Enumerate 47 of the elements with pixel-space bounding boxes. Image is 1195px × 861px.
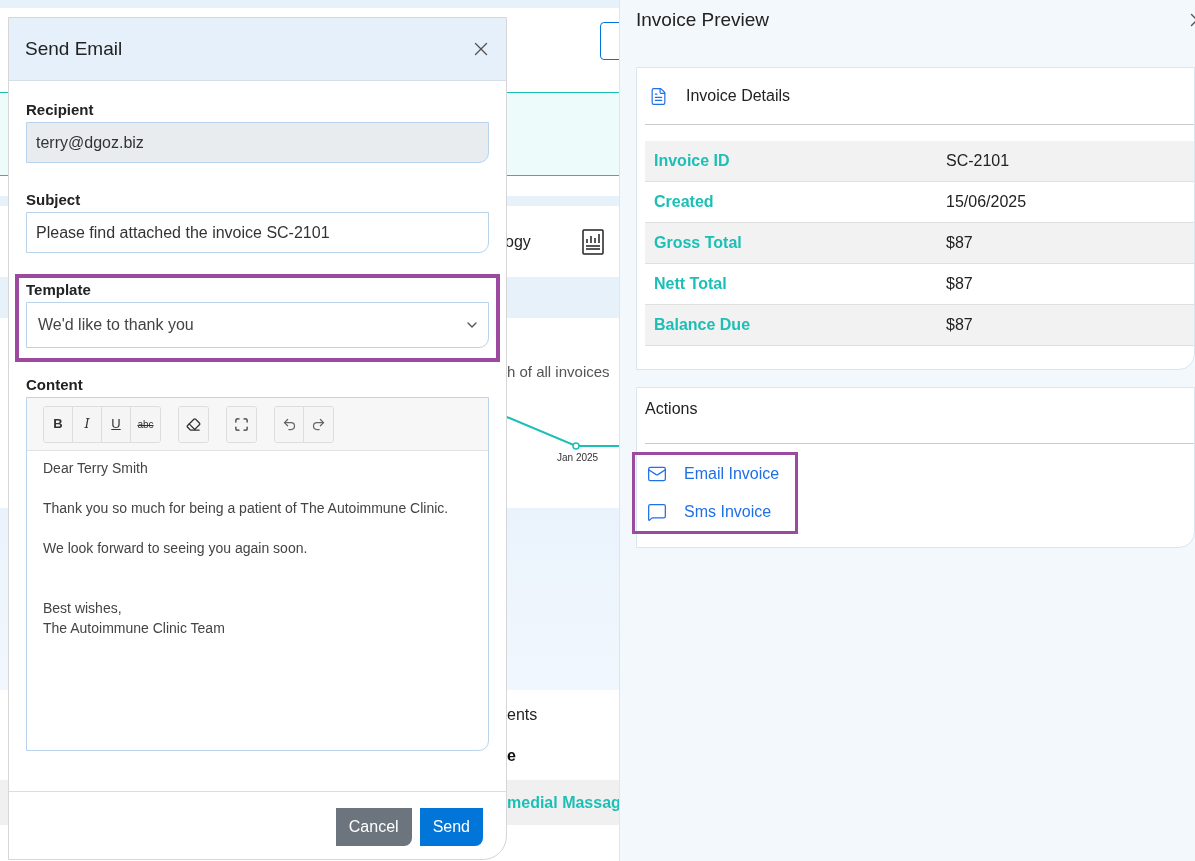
email-paragraph: Dear Terry Smith xyxy=(43,459,149,478)
eraser-icon xyxy=(186,416,201,432)
category-label: ogy xyxy=(505,231,531,252)
redo-icon xyxy=(311,416,326,432)
chart-tick-label: Jan 2025 xyxy=(556,450,600,465)
fullscreen-icon xyxy=(234,416,249,432)
email-paragraph: Thank you so much for being a patient of The Autoimmune Clinic. xyxy=(43,499,450,518)
undo-icon xyxy=(281,416,297,432)
rich-text-editor[interactable]: B I U abc Dear Terry Smith Thank you so much for being a patient of The Autoimmune Clinic. We look forward to seeing you again soon. Best wishes, The Autoimmune Clinic Team xyxy=(26,397,489,751)
field-label: Recipient xyxy=(26,100,95,120)
eraser-button[interactable] xyxy=(179,406,208,442)
detail-value: SC-2101 xyxy=(946,151,1010,171)
detail-label: Invoice ID xyxy=(653,151,731,171)
detail-value: 15/06/2025 xyxy=(946,192,1027,212)
detail-value: $87 xyxy=(946,233,973,253)
detail-label: Gross Total xyxy=(653,233,743,253)
send-button[interactable]: Send xyxy=(419,808,483,846)
detail-value: $87 xyxy=(946,315,973,335)
table-cell-text: medial Massag xyxy=(507,792,619,813)
field-label: Template xyxy=(26,280,92,300)
chart-caption: h of all invoices xyxy=(506,362,611,382)
section-title: ents xyxy=(506,705,539,725)
card-title: Actions xyxy=(645,400,698,417)
chat-icon xyxy=(647,502,667,522)
detail-label: Nett Total xyxy=(653,274,728,294)
card-title: Invoice Details xyxy=(686,86,791,106)
subject-field[interactable]: Please find attached the invoice SC-2101 xyxy=(26,212,489,253)
chart-report-icon[interactable] xyxy=(582,228,604,255)
sms-invoice-link[interactable]: Sms Invoice xyxy=(647,493,795,531)
email-paragraph: Best wishes, The Autoimmune Clinic Team xyxy=(43,599,226,638)
panel-title: Invoice Preview xyxy=(636,7,770,32)
field-label: Subject xyxy=(26,190,82,210)
detail-label: Created xyxy=(653,192,715,212)
column-header: e xyxy=(506,746,517,766)
envelope-icon xyxy=(647,464,667,484)
detail-value: $87 xyxy=(946,274,973,294)
field-label: Content xyxy=(26,375,84,395)
detail-label: Balance Due xyxy=(653,315,752,335)
undo-button[interactable] xyxy=(275,406,304,442)
email-paragraph: We look forward to seeing you again soon. xyxy=(43,539,309,558)
cancel-button[interactable]: Cancel xyxy=(335,808,412,846)
bold-button[interactable]: B xyxy=(44,406,73,442)
email-invoice-link[interactable]: Email Invoice xyxy=(647,455,795,493)
receipt-icon xyxy=(649,86,668,106)
fullscreen-button[interactable] xyxy=(227,406,256,442)
template-select[interactable]: We'd like to thank you xyxy=(26,302,489,348)
dialog-title: Send Email xyxy=(25,36,123,61)
